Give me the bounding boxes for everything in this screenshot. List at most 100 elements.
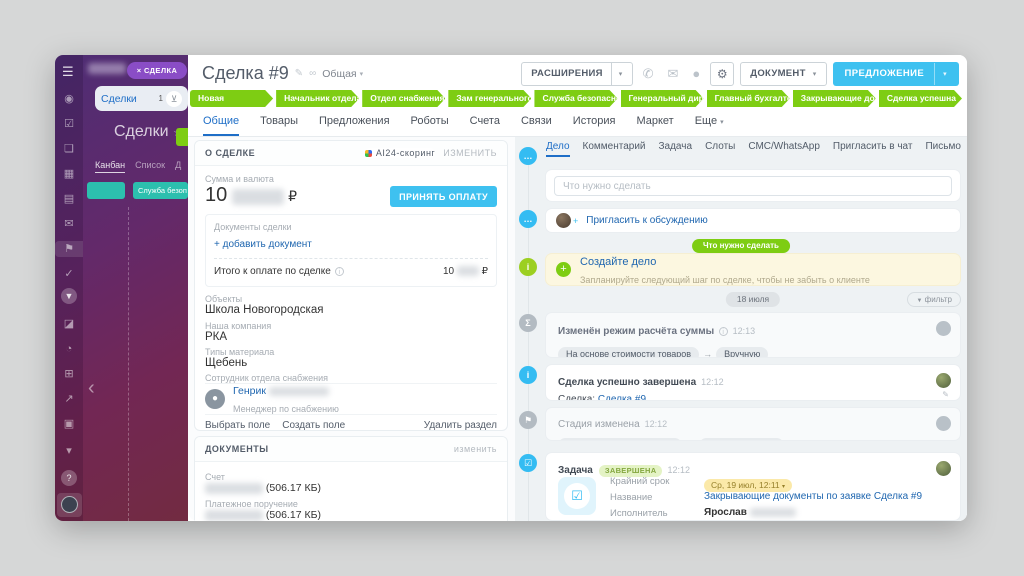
- tab-general[interactable]: Общие: [203, 115, 240, 136]
- add-document-link[interactable]: + добавить документ: [214, 239, 488, 250]
- field-objects-value[interactable]: Школа Новогородская: [205, 304, 323, 316]
- stage-closing-docs[interactable]: Закрывающие докумен...: [793, 90, 876, 107]
- tab-more[interactable]: Еще ▾: [695, 115, 724, 136]
- deals-browser-tab[interactable]: Сделки 1 ⊻: [95, 86, 188, 111]
- task-entry[interactable]: Задача ЗАВЕРШЕНА 12:12 ☑ Крайний срок Ср, …: [545, 452, 961, 521]
- stage-deputy-general[interactable]: Зам генерального: [448, 90, 531, 107]
- activity-input[interactable]: [554, 176, 952, 196]
- tab-products[interactable]: Товары: [260, 115, 298, 136]
- collapse-panel-icon[interactable]: ‹: [88, 377, 95, 400]
- author-avatar[interactable]: [936, 416, 951, 431]
- funnel-icon[interactable]: ▼: [55, 288, 83, 304]
- help-icon[interactable]: ?: [55, 470, 83, 486]
- info-icon[interactable]: i: [334, 267, 344, 276]
- select-field-link[interactable]: Выбрать поле: [205, 420, 270, 430]
- sum-mode-entry[interactable]: Изменён режим расчёта суммы i 12:13 На ос…: [545, 312, 961, 358]
- documents-icon[interactable]: ▤: [55, 191, 83, 207]
- view-tab-list[interactable]: Список: [135, 160, 165, 173]
- field-material-value[interactable]: Щебень: [205, 357, 247, 369]
- tab-quotes[interactable]: Предложения: [319, 115, 390, 136]
- copy-link-icon[interactable]: ∞: [309, 68, 316, 79]
- employee-name-link[interactable]: Генрик: [233, 385, 329, 397]
- pulse-icon[interactable]: ◉: [55, 91, 83, 107]
- stage-chief-accountant[interactable]: Главный бухгалтер: [707, 90, 790, 107]
- tasks-icon[interactable]: ☑: [55, 116, 83, 132]
- add-participant-icon[interactable]: +: [573, 216, 578, 226]
- extensions-button[interactable]: РАСШИРЕНИЯ ▾: [521, 61, 633, 86]
- ttab-comment[interactable]: Комментарий: [583, 141, 646, 157]
- create-activity-card[interactable]: + Создайте дело Запланируйте следующий ш…: [545, 253, 961, 286]
- proposal-button[interactable]: ПРЕДЛОЖЕНИЕ ▾: [832, 61, 959, 86]
- ttab-slots[interactable]: Слоты: [705, 141, 735, 157]
- kanban-column-header: Служба безоп: [133, 182, 188, 199]
- edit-about-link[interactable]: изменить: [443, 148, 497, 158]
- ai-scoring-badge[interactable]: AI24-скоринг: [364, 148, 436, 158]
- document-button[interactable]: ДОКУМЕНТ ▾: [740, 61, 827, 86]
- accept-payment-button[interactable]: ПРИНЯТЬ ОПЛАТУ: [390, 186, 497, 207]
- download-icon[interactable]: ⊻: [166, 90, 182, 107]
- payment-order-file[interactable]: (506.17 КБ): [205, 509, 321, 521]
- edit-title-icon[interactable]: ✎: [295, 68, 303, 79]
- stage-security[interactable]: Служба безопасности: [534, 90, 617, 107]
- ttab-letter[interactable]: Письмо: [925, 141, 960, 157]
- tab-invoices[interactable]: Счета: [470, 115, 500, 136]
- ttab-invite-chat[interactable]: Пригласить в чат: [833, 141, 913, 157]
- invite-discussion-row[interactable]: + Пригласить к обсуждению: [545, 208, 961, 233]
- stage-supply-dept[interactable]: Отдел снабжения: [362, 90, 445, 107]
- messenger-icon[interactable]: ❏: [55, 141, 83, 157]
- check-icon[interactable]: ✓: [55, 266, 83, 282]
- briefcase-icon[interactable]: ◪: [55, 316, 83, 332]
- deal-tab-chip[interactable]: × СДЕЛКА: [127, 62, 187, 79]
- deal-done-entry[interactable]: Сделка успешно завершена 12:12 Сделка: Сд…: [545, 364, 961, 401]
- kanban-quick-add-pill[interactable]: [87, 182, 125, 199]
- filter-button[interactable]: ▼ фильтр: [907, 292, 961, 307]
- view-tab-kanban[interactable]: Канбан: [95, 160, 126, 173]
- stage-general-director[interactable]: Генеральный директор: [621, 90, 704, 107]
- view-tab-more[interactable]: Д: [175, 160, 181, 173]
- plus-circle-icon[interactable]: +: [556, 262, 571, 277]
- pipeline-selector[interactable]: Общая: [322, 68, 356, 80]
- add-deal-button-sliver[interactable]: [176, 128, 188, 146]
- author-avatar[interactable]: [936, 321, 951, 336]
- delete-section-link[interactable]: Удалить раздел: [424, 420, 497, 430]
- author-avatar[interactable]: [936, 461, 951, 476]
- compass-icon[interactable]: ◔: [55, 341, 83, 357]
- tab-robots[interactable]: Роботы: [411, 115, 449, 136]
- stage-new[interactable]: Новая: [190, 90, 273, 107]
- tab-market[interactable]: Маркет: [636, 115, 673, 136]
- crm-icon[interactable]: ⚑: [55, 241, 83, 257]
- mail-icon[interactable]: ✉: [55, 216, 83, 232]
- phone-icon[interactable]: ✆: [639, 66, 658, 82]
- create-activity-link[interactable]: Создайте дело: [580, 256, 656, 268]
- author-avatar[interactable]: [936, 373, 951, 388]
- user-avatar[interactable]: [57, 493, 82, 517]
- ttab-task[interactable]: Задача: [659, 141, 693, 157]
- email-icon[interactable]: ✉: [664, 66, 683, 82]
- invite-discussion-link[interactable]: Пригласить к обсуждению: [586, 215, 707, 226]
- stage-supply-head[interactable]: Начальник отдела снаб...: [276, 90, 359, 107]
- chart-icon[interactable]: ↗: [55, 391, 83, 407]
- pin-icon[interactable]: ✎: [942, 390, 949, 399]
- chevron-down-circle-icon[interactable]: ▾: [55, 443, 83, 459]
- shop-icon[interactable]: ⊞: [55, 366, 83, 382]
- deal-link[interactable]: Сделка #9: [598, 394, 646, 400]
- stage-deal-won[interactable]: Сделка успешна: [879, 90, 962, 107]
- invoice-file[interactable]: (506.17 КБ): [205, 482, 321, 494]
- field-company-value[interactable]: РКА: [205, 331, 227, 343]
- assignee-value[interactable]: Ярослав: [704, 507, 796, 518]
- calendar-icon[interactable]: ▦: [55, 166, 83, 182]
- tab-links[interactable]: Связи: [521, 115, 552, 136]
- help-glyph: ?: [61, 470, 77, 486]
- edit-documents-link[interactable]: изменить: [454, 444, 497, 454]
- ttab-activity[interactable]: Дело: [546, 141, 570, 157]
- settings-gear-button[interactable]: ⚙: [710, 61, 735, 86]
- task-name-link[interactable]: Закрывающие документы по заявке Сделка #…: [704, 491, 922, 502]
- ttab-sms[interactable]: СМС/WhatsApp: [748, 141, 820, 157]
- hamburger-menu-icon[interactable]: ☰: [62, 64, 74, 80]
- close-icon[interactable]: ×: [137, 66, 142, 75]
- stage-changed-entry[interactable]: Стадия изменена 12:12 Закрывающие докумен…: [545, 407, 961, 441]
- app-1c-icon[interactable]: ●: [688, 66, 704, 81]
- contacts-icon[interactable]: ▣: [55, 416, 83, 432]
- create-field-link[interactable]: Создать поле: [282, 420, 345, 430]
- tab-history[interactable]: История: [573, 115, 616, 136]
